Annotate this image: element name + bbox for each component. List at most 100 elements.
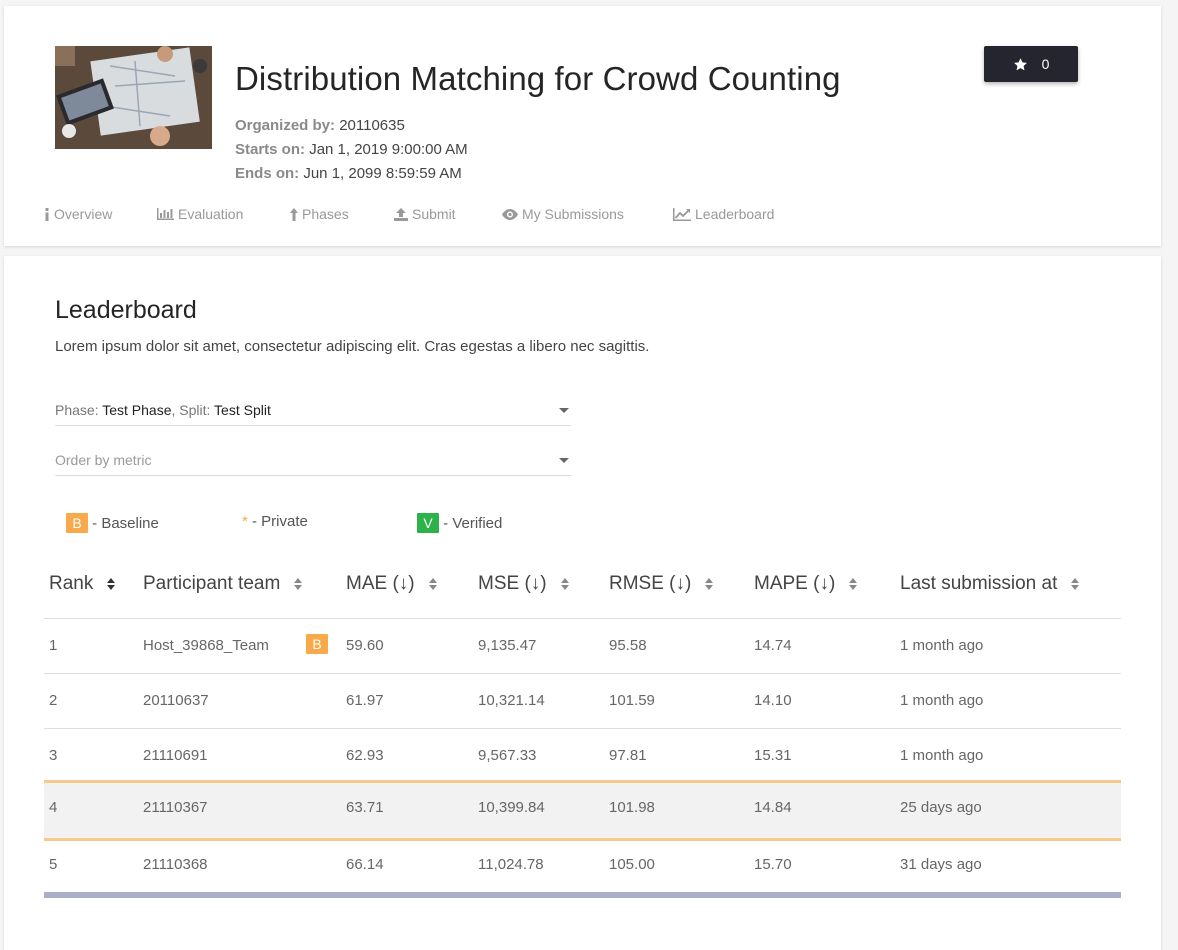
challenge-title: Distribution Matching for Crowd Counting — [235, 60, 841, 97]
tab-submit[interactable]: Submit — [394, 206, 456, 222]
last-submission-cell: 1 month ago — [900, 747, 984, 764]
legend-verified: V - Verified — [417, 513, 502, 533]
leaderboard-description: Lorem ipsum dolor sit amet, consectetur … — [55, 338, 650, 355]
tab-my-submissions[interactable]: My Submissions — [502, 206, 624, 222]
column-header-mse[interactable]: MSE (↓) — [478, 573, 569, 595]
column-label: MAPE (↓) — [754, 573, 836, 594]
column-label: MAE (↓) — [346, 573, 415, 594]
rank-cell: 3 — [49, 747, 58, 764]
column-label: RMSE (↓) — [609, 573, 692, 594]
column-label: Participant team — [143, 573, 281, 594]
end-date-value: Jun 1, 2099 8:59:59 AM — [303, 165, 462, 182]
rmse-cell: 101.59 — [609, 692, 655, 709]
start-date-value: Jan 1, 2019 9:00:00 AM — [309, 141, 468, 158]
split-label: , Split: — [171, 402, 215, 418]
end-date-label: Ends on: — [235, 165, 300, 182]
rank-cell: 2 — [49, 692, 58, 709]
table-row[interactable]: 3 21110691 62.93 9,567.33 97.81 15.31 1 … — [44, 728, 1121, 783]
upload-icon — [394, 207, 408, 221]
mse-cell: 11,024.78 — [478, 856, 544, 873]
tab-leaderboard[interactable]: Leaderboard — [673, 206, 774, 222]
horizontal-scrollbar[interactable] — [44, 892, 1121, 898]
column-header-rank[interactable]: Rank — [49, 573, 116, 595]
rmse-cell: 97.81 — [609, 747, 647, 764]
column-header-rmse[interactable]: RMSE (↓) — [609, 573, 714, 595]
phase-split-select[interactable]: Phase: Test Phase, Split: Test Split — [55, 396, 571, 426]
order-by-placeholder: Order by metric — [55, 452, 152, 468]
tab-label: Leaderboard — [695, 206, 775, 222]
leaderboard-title: Leaderboard — [55, 296, 197, 324]
phase-label: Phase: — [55, 402, 103, 418]
mape-cell: 15.31 — [754, 747, 792, 764]
organizer-line: Organized by: 20110635 — [235, 117, 405, 134]
line-chart-icon — [673, 207, 691, 221]
rank-cell: 5 — [49, 856, 58, 873]
team-cell: 21110691 — [143, 747, 208, 764]
column-label: Rank — [49, 573, 94, 594]
tab-label: Overview — [54, 206, 113, 222]
sort-icon — [705, 578, 714, 590]
end-date-line: Ends on: Jun 1, 2099 8:59:59 AM — [235, 165, 462, 182]
split-value: Test Split — [214, 402, 271, 418]
rank-cell: 4 — [49, 799, 58, 816]
sort-icon — [560, 578, 569, 590]
legend-private: * - Private — [242, 513, 308, 530]
table-row[interactable]: 2 20110637 61.97 10,321.14 101.59 14.10 … — [44, 673, 1121, 728]
last-submission-cell: 25 days ago — [900, 799, 982, 816]
mape-cell: 14.10 — [754, 692, 792, 709]
tab-overview[interactable]: Overview — [44, 206, 112, 222]
order-by-metric-select[interactable]: Order by metric — [55, 446, 571, 476]
team-cell: 21110368 — [143, 856, 208, 873]
team-cell: Host_39868_Team — [143, 637, 269, 654]
mse-cell: 9,135.47 — [478, 637, 537, 654]
tab-label: Submit — [412, 206, 456, 222]
mae-cell: 62.93 — [346, 747, 384, 764]
rmse-cell: 105.00 — [609, 856, 655, 873]
column-header-participant-team[interactable]: Participant team — [143, 573, 303, 595]
mape-cell: 14.74 — [754, 637, 792, 654]
tab-label: Evaluation — [178, 206, 244, 222]
baseline-badge: B — [306, 634, 328, 654]
column-header-last-submission[interactable]: Last submission at — [900, 573, 1080, 595]
tab-label: Phases — [302, 206, 349, 222]
sort-icon — [849, 578, 858, 590]
table-row-highlighted[interactable]: 4 21110367 63.71 10,399.84 101.98 14.84 … — [44, 780, 1121, 841]
sort-icon — [294, 578, 303, 590]
baseline-label: - Baseline — [88, 514, 159, 532]
start-date-label: Starts on: — [235, 141, 306, 158]
mse-cell: 10,399.84 — [478, 799, 545, 816]
mae-cell: 59.60 — [346, 637, 384, 654]
baseline-badge: B — [66, 513, 88, 533]
column-label: Last submission at — [900, 573, 1058, 594]
verified-badge: V — [417, 513, 439, 533]
column-label: MSE (↓) — [478, 573, 547, 594]
mae-cell: 63.71 — [346, 799, 384, 816]
bar-chart-icon — [157, 208, 174, 220]
table-row[interactable]: 5 21110368 66.14 11,024.78 105.00 15.70 … — [44, 838, 1121, 893]
sort-icon — [107, 578, 116, 590]
chevron-down-icon — [559, 458, 569, 463]
column-header-mape[interactable]: MAPE (↓) — [754, 573, 858, 595]
mape-cell: 14.84 — [754, 799, 792, 816]
verified-label: - Verified — [439, 514, 503, 532]
leaderboard-card: Leaderboard Lorem ipsum dolor sit amet, … — [4, 256, 1161, 950]
table-row[interactable]: 1 Host_39868_Team B 59.60 9,135.47 95.58… — [44, 618, 1121, 673]
column-header-mae[interactable]: MAE (↓) — [346, 573, 437, 595]
start-date-line: Starts on: Jan 1, 2019 9:00:00 AM — [235, 141, 468, 158]
phase-value: Test Phase — [102, 402, 172, 418]
sort-icon — [428, 578, 437, 590]
challenge-thumbnail — [55, 46, 212, 149]
eye-icon — [502, 208, 518, 220]
info-icon — [45, 207, 49, 221]
phase-upload-icon — [290, 207, 298, 221]
tab-evaluation[interactable]: Evaluation — [157, 206, 243, 222]
chevron-down-icon — [559, 408, 569, 413]
star-count: 0 — [1041, 56, 1050, 72]
phase-split-value: Phase: Test Phase, Split: Test Split — [55, 402, 271, 418]
star-button[interactable]: 0 — [984, 46, 1078, 82]
sort-icon — [1071, 578, 1080, 590]
private-label: - Private — [247, 513, 308, 530]
mse-cell: 9,567.33 — [478, 747, 537, 764]
mse-cell: 10,321.14 — [478, 692, 545, 709]
tab-phases[interactable]: Phases — [290, 206, 349, 222]
